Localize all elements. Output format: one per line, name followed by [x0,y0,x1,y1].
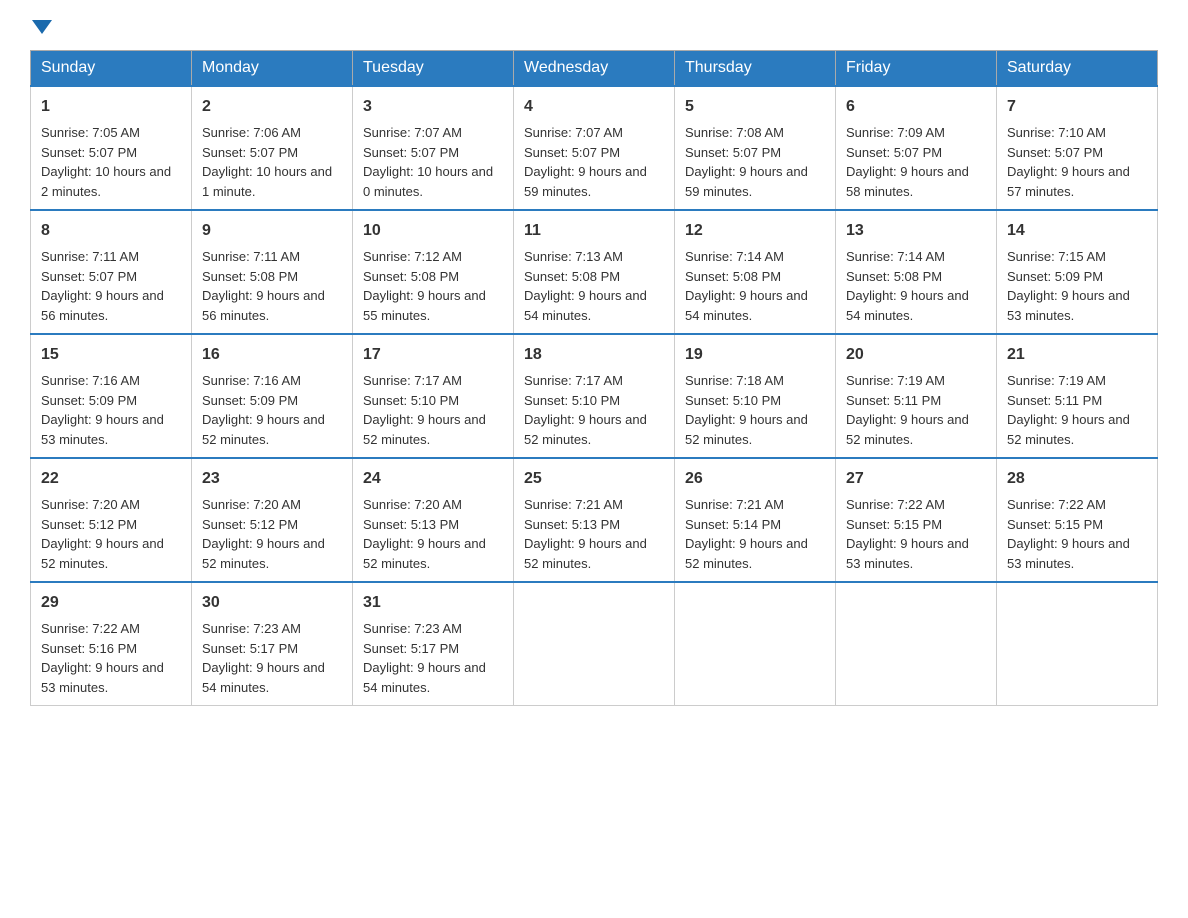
calendar-cell: 23Sunrise: 7:20 AMSunset: 5:12 PMDayligh… [192,458,353,582]
day-number: 30 [202,591,342,615]
col-header-wednesday: Wednesday [514,51,675,87]
day-number: 19 [685,343,825,367]
day-number: 6 [846,95,986,119]
calendar-cell: 14Sunrise: 7:15 AMSunset: 5:09 PMDayligh… [997,210,1158,334]
calendar-cell: 12Sunrise: 7:14 AMSunset: 5:08 PMDayligh… [675,210,836,334]
day-number: 1 [41,95,181,119]
calendar-cell: 15Sunrise: 7:16 AMSunset: 5:09 PMDayligh… [31,334,192,458]
day-number: 7 [1007,95,1147,119]
day-number: 10 [363,219,503,243]
calendar-cell: 10Sunrise: 7:12 AMSunset: 5:08 PMDayligh… [353,210,514,334]
calendar-cell: 19Sunrise: 7:18 AMSunset: 5:10 PMDayligh… [675,334,836,458]
day-number: 31 [363,591,503,615]
logo-triangle-icon [32,20,52,34]
day-number: 22 [41,467,181,491]
calendar-cell: 30Sunrise: 7:23 AMSunset: 5:17 PMDayligh… [192,582,353,706]
calendar-cell [997,582,1158,706]
day-number: 21 [1007,343,1147,367]
calendar-cell [836,582,997,706]
day-number: 12 [685,219,825,243]
header-row: SundayMondayTuesdayWednesdayThursdayFrid… [31,51,1158,87]
calendar-table: SundayMondayTuesdayWednesdayThursdayFrid… [30,50,1158,706]
day-number: 15 [41,343,181,367]
week-row-4: 22Sunrise: 7:20 AMSunset: 5:12 PMDayligh… [31,458,1158,582]
calendar-cell: 25Sunrise: 7:21 AMSunset: 5:13 PMDayligh… [514,458,675,582]
calendar-cell: 22Sunrise: 7:20 AMSunset: 5:12 PMDayligh… [31,458,192,582]
day-number: 24 [363,467,503,491]
page-header [30,20,1158,34]
col-header-friday: Friday [836,51,997,87]
col-header-monday: Monday [192,51,353,87]
calendar-cell: 9Sunrise: 7:11 AMSunset: 5:08 PMDaylight… [192,210,353,334]
week-row-5: 29Sunrise: 7:22 AMSunset: 5:16 PMDayligh… [31,582,1158,706]
day-number: 5 [685,95,825,119]
day-number: 20 [846,343,986,367]
calendar-cell: 24Sunrise: 7:20 AMSunset: 5:13 PMDayligh… [353,458,514,582]
day-number: 27 [846,467,986,491]
calendar-cell: 29Sunrise: 7:22 AMSunset: 5:16 PMDayligh… [31,582,192,706]
day-number: 18 [524,343,664,367]
day-number: 26 [685,467,825,491]
calendar-cell: 11Sunrise: 7:13 AMSunset: 5:08 PMDayligh… [514,210,675,334]
day-number: 25 [524,467,664,491]
calendar-cell: 13Sunrise: 7:14 AMSunset: 5:08 PMDayligh… [836,210,997,334]
day-number: 28 [1007,467,1147,491]
logo [30,20,52,34]
week-row-3: 15Sunrise: 7:16 AMSunset: 5:09 PMDayligh… [31,334,1158,458]
calendar-cell: 8Sunrise: 7:11 AMSunset: 5:07 PMDaylight… [31,210,192,334]
calendar-cell [675,582,836,706]
calendar-cell [514,582,675,706]
calendar-cell: 28Sunrise: 7:22 AMSunset: 5:15 PMDayligh… [997,458,1158,582]
day-number: 23 [202,467,342,491]
day-number: 29 [41,591,181,615]
calendar-cell: 16Sunrise: 7:16 AMSunset: 5:09 PMDayligh… [192,334,353,458]
col-header-thursday: Thursday [675,51,836,87]
calendar-cell: 3Sunrise: 7:07 AMSunset: 5:07 PMDaylight… [353,86,514,210]
week-row-1: 1Sunrise: 7:05 AMSunset: 5:07 PMDaylight… [31,86,1158,210]
day-number: 8 [41,219,181,243]
day-number: 2 [202,95,342,119]
col-header-tuesday: Tuesday [353,51,514,87]
day-number: 9 [202,219,342,243]
day-number: 14 [1007,219,1147,243]
calendar-cell: 26Sunrise: 7:21 AMSunset: 5:14 PMDayligh… [675,458,836,582]
calendar-cell: 20Sunrise: 7:19 AMSunset: 5:11 PMDayligh… [836,334,997,458]
calendar-cell: 21Sunrise: 7:19 AMSunset: 5:11 PMDayligh… [997,334,1158,458]
calendar-cell: 17Sunrise: 7:17 AMSunset: 5:10 PMDayligh… [353,334,514,458]
day-number: 3 [363,95,503,119]
calendar-cell: 2Sunrise: 7:06 AMSunset: 5:07 PMDaylight… [192,86,353,210]
col-header-saturday: Saturday [997,51,1158,87]
calendar-cell: 7Sunrise: 7:10 AMSunset: 5:07 PMDaylight… [997,86,1158,210]
calendar-cell: 1Sunrise: 7:05 AMSunset: 5:07 PMDaylight… [31,86,192,210]
calendar-cell: 5Sunrise: 7:08 AMSunset: 5:07 PMDaylight… [675,86,836,210]
calendar-cell: 27Sunrise: 7:22 AMSunset: 5:15 PMDayligh… [836,458,997,582]
calendar-cell: 18Sunrise: 7:17 AMSunset: 5:10 PMDayligh… [514,334,675,458]
day-number: 16 [202,343,342,367]
calendar-cell: 31Sunrise: 7:23 AMSunset: 5:17 PMDayligh… [353,582,514,706]
calendar-cell: 4Sunrise: 7:07 AMSunset: 5:07 PMDaylight… [514,86,675,210]
calendar-cell: 6Sunrise: 7:09 AMSunset: 5:07 PMDaylight… [836,86,997,210]
col-header-sunday: Sunday [31,51,192,87]
day-number: 17 [363,343,503,367]
week-row-2: 8Sunrise: 7:11 AMSunset: 5:07 PMDaylight… [31,210,1158,334]
day-number: 11 [524,219,664,243]
day-number: 4 [524,95,664,119]
day-number: 13 [846,219,986,243]
